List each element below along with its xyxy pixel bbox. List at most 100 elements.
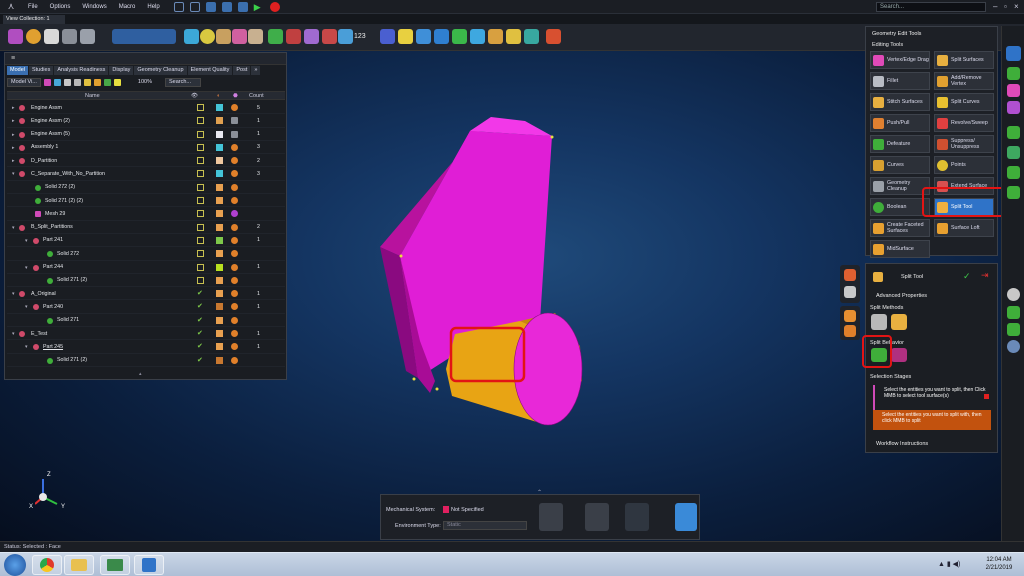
split-solid-icon[interactable] (844, 269, 856, 281)
color-swatch[interactable] (216, 210, 223, 218)
beam-icon[interactable] (416, 29, 431, 44)
start-button[interactable] (4, 554, 26, 576)
maximize-icon[interactable]: ▫ (1004, 2, 1007, 12)
material-icon[interactable] (231, 303, 238, 311)
visibility-checkbox[interactable] (197, 236, 204, 244)
group-icon[interactable] (83, 78, 91, 86)
material-col-icon[interactable]: ⬣ (233, 93, 238, 99)
visibility-checkbox[interactable] (197, 250, 204, 258)
pick-icon[interactable] (184, 29, 199, 44)
apply-check-icon[interactable]: ✓ (963, 271, 971, 282)
paint-icon[interactable] (546, 29, 561, 44)
orientation-triad[interactable]: Z X Y (29, 470, 80, 515)
split-face-icon[interactable] (844, 286, 856, 298)
sphere-ribbon-icon[interactable] (1007, 288, 1020, 301)
color-icon[interactable] (93, 78, 101, 86)
visibility-checkbox[interactable] (197, 276, 204, 284)
run-icon[interactable]: ▶ (254, 2, 264, 12)
visibility-checkbox[interactable] (197, 143, 204, 151)
stitch-surfaces-button[interactable]: Stitch Surfaces (870, 93, 930, 111)
taskbar-app-2[interactable] (134, 555, 164, 575)
geometry-ribbon-icon[interactable] (1006, 46, 1021, 61)
mesh-ribbon-icon[interactable] (1007, 84, 1020, 97)
tab-element-quality[interactable]: Element Quality (187, 66, 233, 75)
collapse-icon[interactable] (63, 78, 71, 86)
defeature-button[interactable]: Defeature (870, 135, 930, 153)
sort-icon[interactable] (73, 78, 81, 86)
layers-icon[interactable] (434, 29, 449, 44)
tree-row-solid-271[interactable]: Solid 271 ✔ (7, 314, 285, 328)
select-icon[interactable] (112, 29, 176, 44)
system-clock[interactable]: 12:04 AM 2/21/2019 (975, 556, 1023, 572)
menu-options[interactable]: Options (44, 4, 77, 10)
gauge-icon[interactable] (452, 29, 467, 44)
mesh-icon[interactable] (44, 29, 59, 44)
material-icon[interactable] (231, 157, 238, 165)
color-swatch[interactable] (216, 130, 223, 138)
create-faceted-surfaces-button[interactable]: Create Faceted Surfaces (870, 219, 930, 237)
visibility-checkbox[interactable] (197, 117, 204, 125)
tool-icon[interactable] (232, 29, 247, 44)
color-col-icon[interactable]: ◐ (217, 93, 220, 99)
run-analysis-icon[interactable] (625, 503, 649, 531)
visibility-check-icon[interactable]: ✔ (197, 329, 203, 337)
material-icon[interactable] (231, 316, 238, 324)
material-icon[interactable] (231, 143, 238, 151)
minimize-icon[interactable]: – (993, 2, 997, 12)
material-icon[interactable] (231, 197, 238, 205)
visibility-check-icon[interactable]: ✔ (197, 289, 203, 297)
color-swatch[interactable] (216, 250, 223, 258)
layers-ribbon-icon[interactable] (1007, 306, 1020, 319)
undo-icon[interactable] (173, 1, 184, 12)
visibility-check-icon[interactable]: ✔ (197, 316, 203, 324)
tree-row-part-241[interactable]: ▾ Part 241 1 (7, 234, 285, 248)
split-method-surface-icon[interactable] (891, 314, 907, 330)
selection-stage-1[interactable]: Select the entities you want to split, t… (873, 385, 991, 410)
color-swatch[interactable] (216, 157, 223, 165)
color-swatch[interactable] (216, 356, 223, 364)
material-icon[interactable] (231, 356, 238, 364)
revolve-sweep-button[interactable]: Revolve/Sweep (934, 114, 994, 132)
loads-icon[interactable] (539, 503, 563, 531)
material-icon[interactable] (231, 130, 238, 138)
color-swatch[interactable] (216, 236, 223, 244)
split-curves-button[interactable]: Split Curves (934, 93, 994, 111)
tab-geometry-cleanup[interactable]: Geometry Cleanup (134, 66, 187, 75)
color-swatch[interactable] (216, 290, 223, 298)
material-icon[interactable] (231, 223, 238, 231)
menu-file[interactable]: File (22, 4, 44, 10)
tree-row-engine-assm-5[interactable]: ▸ Engine Assm (5) 1 (7, 128, 285, 141)
curves-button[interactable]: Curves (870, 156, 930, 174)
resize-grip-icon[interactable]: ▴ (139, 371, 142, 377)
parts-icon[interactable] (80, 29, 95, 44)
tree-row-solid-271-2b[interactable]: Solid 271 (2) ✔ (7, 354, 285, 367)
renumber-icon[interactable] (380, 29, 395, 44)
shell-icon[interactable] (470, 29, 485, 44)
tree-row-d-partition[interactable]: ▸ D_Partition 2 (7, 154, 285, 168)
tab-model[interactable]: Model (7, 66, 28, 75)
tree-row-assembly-1[interactable]: ▸ Assembly 13 (7, 141, 285, 155)
save-icon[interactable] (205, 1, 216, 12)
panel-menu-icon[interactable]: ≡ (11, 55, 15, 62)
redo-icon[interactable] (189, 1, 200, 12)
material-icon[interactable] (231, 263, 238, 271)
material-icon[interactable] (231, 290, 238, 298)
visibility-checkbox[interactable] (197, 263, 204, 271)
color-swatch[interactable] (216, 170, 223, 178)
split-behavior-partition-icon[interactable] (891, 348, 907, 362)
fillet-button[interactable]: Fillet (870, 72, 930, 90)
visibility-checkbox[interactable] (197, 130, 204, 138)
plane-icon[interactable] (286, 29, 301, 44)
tree-row-part-240[interactable]: ▾ Part 240 ✔ 1 (7, 300, 285, 314)
menu-windows[interactable]: Windows (76, 4, 112, 10)
material-icon[interactable] (231, 236, 238, 244)
boolean-button[interactable]: Boolean (870, 198, 930, 216)
tool-surface-icon[interactable] (844, 310, 856, 322)
tab-studies[interactable]: Studies (28, 66, 54, 75)
material-icon[interactable] (231, 183, 238, 191)
split-surfaces-button[interactable]: Split Surfaces (934, 51, 994, 69)
material-icon[interactable] (231, 343, 238, 351)
color-swatch[interactable] (216, 143, 223, 151)
run-study-icon[interactable] (585, 503, 609, 531)
save-all-icon[interactable] (221, 1, 232, 12)
